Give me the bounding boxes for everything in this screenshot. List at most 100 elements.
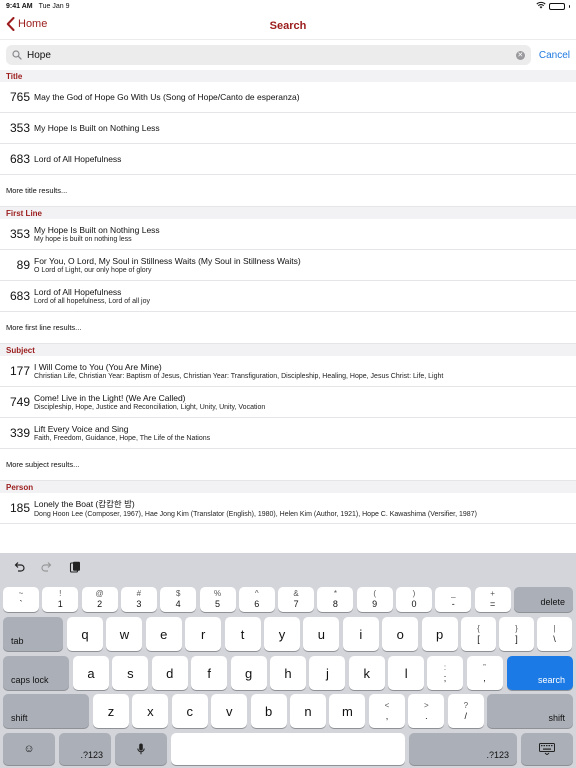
key-number-1[interactable]: ! 1	[42, 587, 79, 612]
key-number-5[interactable]: % 5	[199, 587, 236, 612]
back-button[interactable]: Home	[6, 17, 47, 31]
search-icon	[12, 50, 22, 60]
hymn-title: Lift Every Voice and Sing	[34, 424, 129, 434]
key-o[interactable]: o	[382, 617, 419, 651]
key-a[interactable]: a	[73, 656, 109, 690]
key-bracket-1[interactable]: }]	[499, 617, 534, 651]
search-input[interactable]	[27, 49, 516, 61]
key-char: ,	[385, 710, 389, 721]
key-number-9[interactable]: (9	[356, 587, 393, 612]
key-k[interactable]: k	[348, 656, 385, 690]
key-punct2-1[interactable]: >.	[408, 694, 445, 728]
clear-search-icon[interactable]: ✕	[515, 50, 525, 60]
key-punct2-0[interactable]: <,	[369, 694, 405, 728]
hymn-number: 353	[9, 227, 30, 241]
delete-key[interactable]: delete	[514, 587, 573, 612]
emoji-key[interactable]: ☺	[3, 733, 55, 765]
key-y[interactable]: y	[264, 617, 300, 651]
result-row[interactable]: 185 Lonely the Boat (캄캄한 밤) Dong Hoon Le…	[0, 493, 576, 524]
key-j[interactable]: j	[309, 656, 346, 690]
key-m[interactable]: m	[329, 694, 366, 728]
result-row[interactable]: 353 My Hope Is Built on Nothing Less My …	[0, 219, 576, 250]
key-x[interactable]: x	[132, 694, 169, 728]
paste-icon[interactable]	[68, 560, 82, 574]
result-row[interactable]: 89 For You, O Lord, My Soul in Stillness…	[0, 250, 576, 281]
result-row[interactable]: 749 Come! Live in the Light! (We Are Cal…	[0, 387, 576, 418]
key-i[interactable]: i	[342, 617, 379, 651]
result-row[interactable]: 353 My Hope Is Built on Nothing Less	[0, 113, 576, 144]
caps-lock-key[interactable]: caps lock	[3, 656, 69, 690]
key-shift-char: _	[451, 589, 456, 598]
key-b[interactable]: b	[250, 694, 287, 728]
key-char: 6	[254, 599, 260, 609]
status-time: 9:41 AM	[6, 2, 33, 10]
shift-key-right[interactable]: shift	[487, 694, 573, 728]
key-l[interactable]: l	[388, 656, 425, 690]
key-q[interactable]: q	[67, 617, 103, 651]
key-bracket-2[interactable]: | \	[537, 617, 572, 651]
key-c[interactable]: c	[171, 694, 208, 728]
key-number-7[interactable]: & 7	[278, 587, 315, 612]
key-w[interactable]: w	[106, 617, 143, 651]
key-char: 3	[136, 599, 142, 609]
key-f[interactable]: f	[191, 656, 228, 690]
battery-icon	[549, 2, 565, 10]
more-subject-results-link[interactable]: More subject results...	[0, 449, 576, 481]
redo-icon[interactable]	[40, 560, 54, 574]
key-number-11[interactable]: _ -	[435, 587, 472, 612]
key-n[interactable]: n	[290, 694, 326, 728]
result-row[interactable]: 683 Lord of All Hopefulness	[0, 144, 576, 175]
result-row[interactable]: 683 Lord of All Hopefulness Lord of all …	[0, 281, 576, 312]
key-shift-char: +	[490, 589, 495, 598]
key-s[interactable]: s	[112, 656, 149, 690]
key-number-8[interactable]: * 8	[317, 587, 354, 612]
key-d[interactable]: d	[151, 656, 188, 690]
dictation-key[interactable]	[115, 733, 167, 765]
numbers-key-right[interactable]: .?123	[409, 733, 517, 765]
hymn-first-line: O Lord of Light, our only hope of glory	[34, 267, 152, 274]
key-v[interactable]: v	[211, 694, 248, 728]
key-number-6[interactable]: ^ 6	[238, 587, 275, 612]
hymn-title: Lonely the Boat (캄캄한 밤)	[34, 499, 135, 509]
tab-key[interactable]: tab	[3, 617, 63, 651]
undo-icon[interactable]	[12, 560, 26, 574]
key-g[interactable]: g	[230, 656, 267, 690]
hide-keyboard-key[interactable]	[521, 733, 573, 765]
hymn-number: 765	[9, 90, 30, 104]
result-row[interactable]: 177 I Will Come to You (You Are Mine) Ch…	[0, 356, 576, 387]
key-number-0[interactable]: ~ `	[3, 587, 39, 612]
space-key[interactable]	[171, 733, 405, 765]
key-number-10[interactable]: ) 0	[396, 587, 432, 612]
key-bracket-0[interactable]: {[	[461, 617, 496, 651]
key-punct-0[interactable]: :;	[427, 656, 463, 690]
shift-key-left[interactable]: shift	[3, 694, 89, 728]
on-screen-keyboard: ~ `! 1 @2 #3 $4% 5 ^ 6 & 7 * 8(9) 0 _ - + = delete tab qw…	[0, 553, 576, 768]
section-header-title: Title	[0, 70, 576, 82]
key-z[interactable]: z	[93, 694, 129, 728]
key-number-12[interactable]: + =	[474, 587, 511, 612]
more-title-results-link[interactable]: More title results...	[0, 175, 576, 207]
status-date: Tue Jan 9	[38, 2, 70, 10]
key-u[interactable]: u	[303, 617, 340, 651]
key-t[interactable]: t	[224, 617, 261, 651]
result-row[interactable]: 339 Lift Every Voice and Sing Faith, Fre…	[0, 418, 576, 449]
hymn-persons: Dong Hoon Lee (Composer, 1967), Hae Jong…	[34, 511, 477, 518]
hymn-title: My Hope Is Built on Nothing Less	[34, 123, 160, 133]
key-r[interactable]: r	[185, 617, 222, 651]
key-number-3[interactable]: #3	[120, 587, 157, 612]
key-number-4[interactable]: $4	[160, 587, 197, 612]
cancel-button[interactable]: Cancel	[539, 50, 570, 61]
key-punct-1[interactable]: ”,	[466, 656, 503, 690]
key-punct2-2[interactable]: ? /	[447, 694, 484, 728]
numbers-key-left[interactable]: .?123	[59, 733, 111, 765]
key-char: 4	[175, 599, 181, 609]
key-p[interactable]: p	[421, 617, 458, 651]
key-shift-char: }	[515, 623, 518, 633]
key-e[interactable]: e	[145, 617, 182, 651]
result-row[interactable]: 765 May the God of Hope Go With Us (Song…	[0, 82, 576, 113]
search-key[interactable]: search	[507, 656, 573, 690]
more-first-line-results-link[interactable]: More first line results...	[0, 312, 576, 344]
key-number-2[interactable]: @2	[81, 587, 118, 612]
search-field[interactable]: ✕	[6, 45, 531, 65]
key-h[interactable]: h	[270, 656, 306, 690]
